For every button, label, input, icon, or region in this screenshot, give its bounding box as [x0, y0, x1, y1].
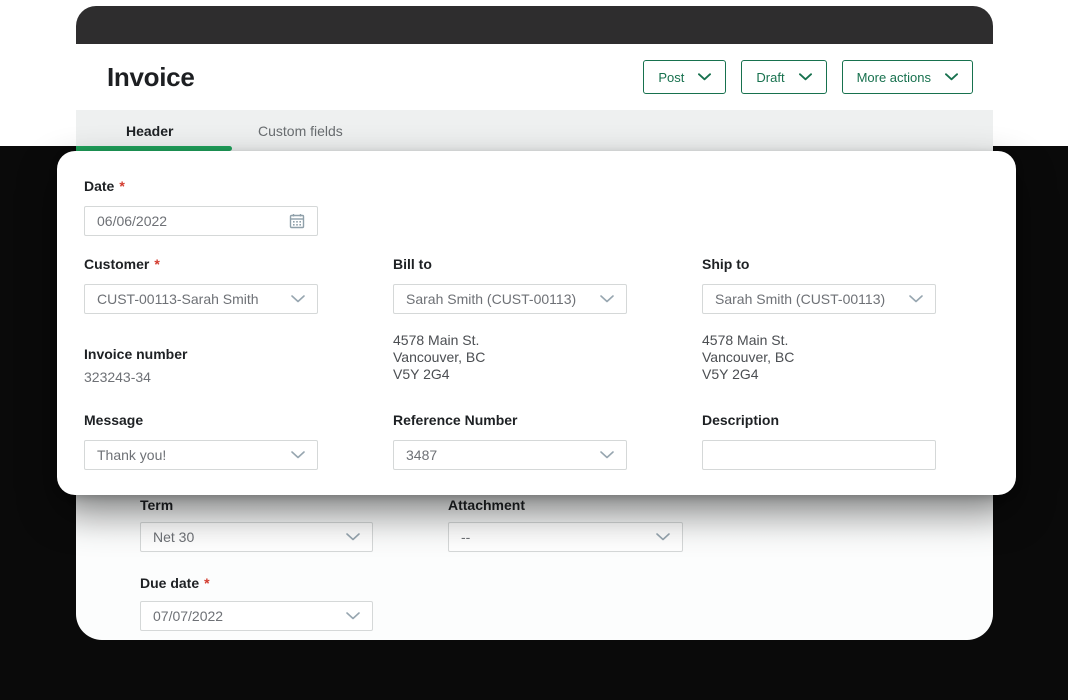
date-label: Date*: [84, 178, 125, 194]
chevron-down-icon: [656, 533, 670, 541]
attachment-select[interactable]: --: [448, 522, 683, 552]
invoice-number-label: Invoice number: [84, 346, 187, 362]
description-label: Description: [702, 412, 779, 428]
chevron-down-icon: [346, 533, 360, 541]
message-select[interactable]: Thank you!: [84, 440, 318, 470]
chevron-down-icon: [291, 451, 305, 459]
chevron-down-icon: [600, 451, 614, 459]
lower-panel: Term Net 30 Attachment -- Due date* 07/0…: [76, 495, 993, 640]
tab-custom-fields[interactable]: Custom fields: [258, 110, 343, 152]
post-button[interactable]: Post: [643, 60, 726, 94]
page-title: Invoice: [107, 62, 195, 93]
date-input[interactable]: 06/06/2022: [84, 206, 318, 236]
reference-number-select[interactable]: 3487: [393, 440, 627, 470]
chevron-down-icon: [346, 612, 360, 620]
bill-to-label: Bill to: [393, 256, 432, 272]
term-select[interactable]: Net 30: [140, 522, 373, 552]
customer-label: Customer*: [84, 256, 160, 272]
bill-to-select[interactable]: Sarah Smith (CUST-00113): [393, 284, 627, 314]
description-input[interactable]: [702, 440, 936, 470]
bill-to-address: 4578 Main St. Vancouver, BC V5Y 2G4: [393, 332, 485, 383]
chevron-down-icon: [799, 73, 812, 81]
chevron-down-icon: [945, 73, 958, 81]
chevron-down-icon: [698, 73, 711, 81]
chevron-down-icon: [909, 295, 923, 303]
invoice-form-card: Date* 06/06/2022: [57, 151, 1016, 495]
due-date-select[interactable]: 07/07/2022: [140, 601, 373, 631]
message-label: Message: [84, 412, 143, 428]
header-actions: Post Draft More actions: [643, 60, 973, 94]
chevron-down-icon: [291, 295, 305, 303]
chevron-down-icon: [600, 295, 614, 303]
calendar-icon: [289, 213, 305, 229]
ship-to-address: 4578 Main St. Vancouver, BC V5Y 2G4: [702, 332, 794, 383]
app-header: Invoice Post Draft More actions: [76, 44, 993, 110]
more-actions-button[interactable]: More actions: [842, 60, 973, 94]
customer-select[interactable]: CUST-00113-Sarah Smith: [84, 284, 318, 314]
window-top-bar: [76, 6, 993, 44]
term-label: Term: [140, 497, 173, 513]
due-date-label: Due date*: [140, 575, 210, 591]
tab-bar: Header Custom fields: [76, 110, 993, 152]
reference-number-label: Reference Number: [393, 412, 518, 428]
draft-button[interactable]: Draft: [741, 60, 826, 94]
invoice-number-value: 323243-34: [84, 369, 151, 385]
attachment-label: Attachment: [448, 497, 525, 513]
ship-to-select[interactable]: Sarah Smith (CUST-00113): [702, 284, 936, 314]
ship-to-label: Ship to: [702, 256, 749, 272]
page: Invoice Post Draft More actions Header C…: [0, 0, 1068, 700]
